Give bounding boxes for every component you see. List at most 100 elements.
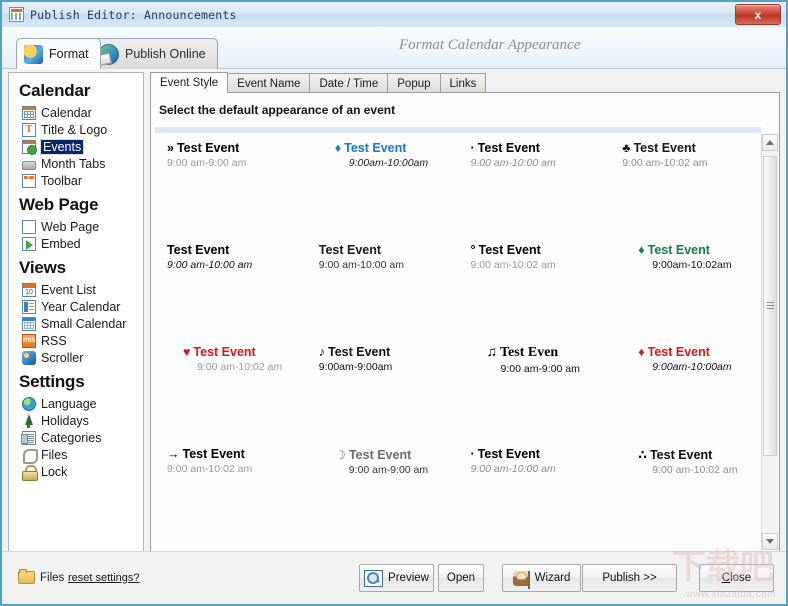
close-button[interactable]: Close [699,564,774,592]
event-style-option[interactable]: Test Event 9:00 am-10:00 am [307,243,459,345]
event-style-option[interactable]: ♦ Test Event 9:00am-10:02am [610,243,762,345]
categories-icon [21,430,36,445]
globe-icon [98,43,119,65]
sidebar-item-small-calendar-label: Small Calendar [41,316,127,331]
footer-bar: Files reset settings? Preview Open Wizar… [2,547,786,604]
publish-button[interactable]: Publish >> [582,564,677,592]
event-style-bullet-icon: · [470,141,475,155]
scroll-up-button[interactable] [762,134,778,151]
sidebar-item-events[interactable]: Events [15,138,143,155]
events-icon [22,139,37,155]
sidebar-item-month-tabs-label: Month Tabs [41,156,106,171]
event-style-option[interactable]: ☽ Test Event 9:00 am-9:00 am [307,447,459,547]
tab-publish-online-label: Publish Online [125,47,206,61]
sidebar-item-rss[interactable]: RSS RSS [15,332,143,349]
event-style-time: 9:00 am-10:00 am [470,463,556,475]
event-style-time: 9:00 am-9:00 am [348,464,429,476]
event-style-scrollbar[interactable] [761,134,778,550]
reset-settings-link[interactable]: reset settings? [68,572,140,584]
event-style-time: 9:00 am-10:02 am [470,259,556,271]
sidebar-item-categories[interactable]: Categories [15,429,143,446]
month-tabs-icon [22,160,36,170]
sidebar-item-event-list[interactable]: Event List [15,281,143,298]
wizard-icon [512,570,530,589]
tab-event-style[interactable]: Event Style [150,72,229,93]
footer-files-label: Files [40,571,65,584]
sidebar-item-holidays[interactable]: Holidays [15,412,143,429]
event-style-option[interactable]: ♪ Test Event 9:00am-9:00am [307,345,459,447]
tab-format-label: Format [49,47,89,61]
sidebar-item-lock[interactable]: Lock [15,463,143,481]
event-style-title: ♦ Test Event [334,141,407,155]
event-style-time: 9:00 am-10:02 am [167,463,253,475]
holidays-tree-icon [22,413,36,428]
title-logo-icon: T [22,122,36,137]
event-style-time: 9:00 am-10:02 am [652,464,738,476]
event-style-time: 9:00 am-10:02 am [197,361,283,373]
event-style-bullet-icon: ♦ [638,345,645,359]
sidebar-item-event-list-label: Event List [41,282,96,297]
tab-popup[interactable]: Popup [387,73,441,93]
tab-links[interactable]: Links [439,73,487,93]
event-style-option[interactable]: Test Event 9:00 am-10:00 am [155,243,307,345]
folder-icon [18,569,35,584]
sidebar-item-embed[interactable]: Embed [15,235,143,252]
tab-event-name[interactable]: Event Name [227,73,311,93]
preview-button[interactable]: Preview [359,564,434,592]
year-calendar-icon [22,299,36,314]
event-style-option[interactable]: ° Test Event 9:00 am-10:02 am [459,243,611,345]
scrollbar-thumb[interactable] [763,156,777,456]
sidebar-item-events-label: Events [39,138,85,155]
paperclip-icon [22,448,36,462]
wizard-button[interactable]: Wizard [502,564,581,592]
sidebar-item-files[interactable]: Files [15,446,143,463]
sidebar-item-month-tabs[interactable]: Month Tabs [15,155,143,172]
tab-date-time[interactable]: Date / Time [309,73,389,93]
event-style-option[interactable]: ♥ Test Event 9:00 am-10:02 am [155,345,307,447]
event-style-option[interactable]: ♦ Test Event 9:00am-10:00am [307,141,459,243]
sidebar-item-embed-label: Embed [41,236,81,251]
event-style-option[interactable]: » Test Event 9:00 am-9:00 am [155,141,307,243]
event-style-option[interactable]: ♦ Test Event 9:00am-10:00am [610,345,762,447]
event-style-title: ♫ Test Even [486,345,559,360]
event-style-time: 9:00am-10:00am [652,361,732,373]
sidebar-item-scroller[interactable]: Scroller [15,349,143,366]
event-style-title: ♣ Test Event [622,141,696,155]
tab-publish-online[interactable]: Publish Online [90,38,218,69]
event-style-title: ♪ Test Event [318,345,391,359]
footer-files-button[interactable]: Files [18,569,65,584]
sidebar-item-toolbar[interactable]: Toolbar [15,172,143,189]
open-button[interactable]: Open [438,564,484,592]
event-style-option[interactable]: ♫ Test Even 9:00 am-9:00 am [459,345,611,447]
publish-editor-window: Publish Editor: Announcements x Format P… [0,0,788,606]
event-style-title: » Test Event [167,141,240,155]
scroll-down-button[interactable] [762,533,778,550]
event-style-bullet-icon: ♪ [318,345,325,359]
sidebar-item-calendar-label: Calendar [41,105,92,120]
event-style-option[interactable]: · Test Event 9:00 am-10:00 am [459,447,611,547]
event-style-option[interactable]: ♣ Test Event 9:00 am-10:02 am [610,141,762,243]
event-style-title: · Test Event [470,447,540,461]
event-style-option[interactable]: ∴ Test Event 9:00 am-10:02 am [610,447,762,547]
sidebar-item-lock-label: Lock [41,464,68,479]
event-style-option[interactable]: · Test Event 9:00 am-10:00 am [459,141,611,243]
sidebar-item-year-calendar[interactable]: Year Calendar [15,298,143,315]
event-list-icon [22,282,36,297]
main-panel: Event Style Event Name Date / Time Popup… [150,72,780,552]
event-style-time: 9:00 am-9:00 am [500,363,580,375]
tab-format[interactable]: Format [16,38,101,69]
sidebar-item-calendar[interactable]: Calendar [15,104,143,121]
app-calendar-icon [9,7,24,22]
sidebar-item-language[interactable]: Language [15,395,143,412]
event-style-bullet-icon: » [167,141,174,155]
sidebar-item-small-calendar[interactable]: Small Calendar [15,315,143,332]
window-close-button[interactable]: x [735,4,781,25]
sidebar-section-calendar-title: Calendar [19,81,91,100]
calendar-icon [22,105,36,120]
body: Calendar Calendar T Title & Logo Events … [8,72,780,552]
sidebar-item-web-page[interactable]: Web Page [15,218,143,235]
preview-button-label: Preview [388,572,429,584]
sidebar-item-categories-label: Categories [41,430,102,445]
event-style-option[interactable]: → Test Event 9:00 am-10:02 am [155,447,307,547]
sidebar-item-title-logo[interactable]: T Title & Logo [15,121,143,138]
